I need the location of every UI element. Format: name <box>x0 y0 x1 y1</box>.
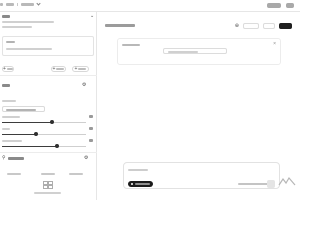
section-description-2 <box>2 26 32 28</box>
slider-label-1 <box>2 116 20 118</box>
composer-add-label <box>135 183 150 185</box>
slider-value-2 <box>89 127 93 130</box>
message-placeholder <box>168 51 198 53</box>
composer-placeholder[interactable] <box>128 169 148 171</box>
gear-icon[interactable]: ⚙ <box>84 156 88 161</box>
slider-fill-2 <box>2 134 36 135</box>
system-prompt-section: ⌄ + + + <box>0 12 97 76</box>
plus-icon: + <box>3 65 6 72</box>
breadcrumb-project[interactable] <box>6 3 14 6</box>
composer-hint <box>238 183 268 185</box>
slider-track-3[interactable] <box>2 144 86 148</box>
gear-icon[interactable]: ⚙ <box>82 83 86 88</box>
slider-label-2 <box>2 128 10 130</box>
mcp-section-title <box>8 157 24 160</box>
breadcrumb-current[interactable] <box>21 3 34 6</box>
breadcrumb <box>0 1 41 6</box>
chat-area: ⊕ × <box>97 12 300 200</box>
system-prompt-text[interactable] <box>6 48 52 50</box>
logo-icon <box>278 176 296 186</box>
toolbar-button-2[interactable] <box>263 23 275 29</box>
top-bar <box>0 0 300 12</box>
slider-label-3 <box>2 140 22 142</box>
message-card[interactable]: × <box>117 38 281 65</box>
mcp-count-label-3 <box>69 173 83 175</box>
mcp-empty-text <box>34 192 61 194</box>
message-input[interactable] <box>163 48 227 54</box>
slider-value-3 <box>89 139 93 142</box>
message-role-label <box>122 44 140 46</box>
composer-add-button[interactable] <box>128 181 153 187</box>
model-label <box>2 100 16 102</box>
model-section-title <box>2 84 10 87</box>
chevron-down-icon[interactable] <box>36 1 41 6</box>
model-select[interactable] <box>2 106 45 112</box>
section-title <box>2 15 10 18</box>
add-assistant-button[interactable]: + <box>72 66 89 72</box>
plus-icon: + <box>74 65 78 72</box>
top-actions <box>267 3 294 8</box>
top-action-2[interactable] <box>286 3 294 8</box>
top-action-1[interactable] <box>267 3 281 8</box>
mcp-count-label-2 <box>41 173 55 175</box>
section-description <box>2 21 54 23</box>
collapse-icon[interactable]: ⌄ <box>90 14 94 19</box>
add-user-button[interactable]: + <box>51 66 66 72</box>
slider-track-1[interactable] <box>2 120 86 124</box>
app-window: ⌄ + + + ⚙ ⚲ ⚙ ⊕ × <box>0 0 300 200</box>
plus-icon: + <box>52 65 56 72</box>
slider-fill-1 <box>2 122 53 123</box>
slider-value-1 <box>89 115 93 118</box>
close-icon[interactable]: × <box>273 42 276 47</box>
slider-thumb-2[interactable] <box>33 132 38 136</box>
chat-title <box>105 24 135 27</box>
add-message-button[interactable]: + <box>2 66 14 72</box>
toolbar-button-3[interactable] <box>279 23 292 29</box>
system-prompt-box[interactable] <box>2 36 94 56</box>
plug-icon: ⚲ <box>2 155 6 161</box>
server-grid-icon <box>43 181 53 189</box>
plus-icon <box>131 183 133 185</box>
chat-toolbar: ⊕ <box>235 23 292 29</box>
mcp-section: ⚲ ⚙ <box>0 153 97 200</box>
slider-thumb-1[interactable] <box>50 120 55 124</box>
breadcrumb-separator <box>17 3 18 6</box>
slider-thumb-3[interactable] <box>54 144 59 148</box>
model-settings-section: ⚙ <box>0 76 97 153</box>
composer[interactable] <box>123 162 280 189</box>
mcp-count-label-1 <box>7 173 21 175</box>
model-select-value <box>6 109 36 111</box>
system-role-label <box>6 41 15 43</box>
send-button[interactable] <box>267 180 275 188</box>
settings-panel: ⌄ + + + ⚙ ⚲ ⚙ <box>0 12 97 200</box>
add-icon[interactable]: ⊕ <box>235 23 239 29</box>
toolbar-button-1[interactable] <box>243 23 259 29</box>
slider-track-2[interactable] <box>2 132 86 136</box>
slider-fill-3 <box>2 146 57 147</box>
breadcrumb-prefix <box>0 3 3 6</box>
